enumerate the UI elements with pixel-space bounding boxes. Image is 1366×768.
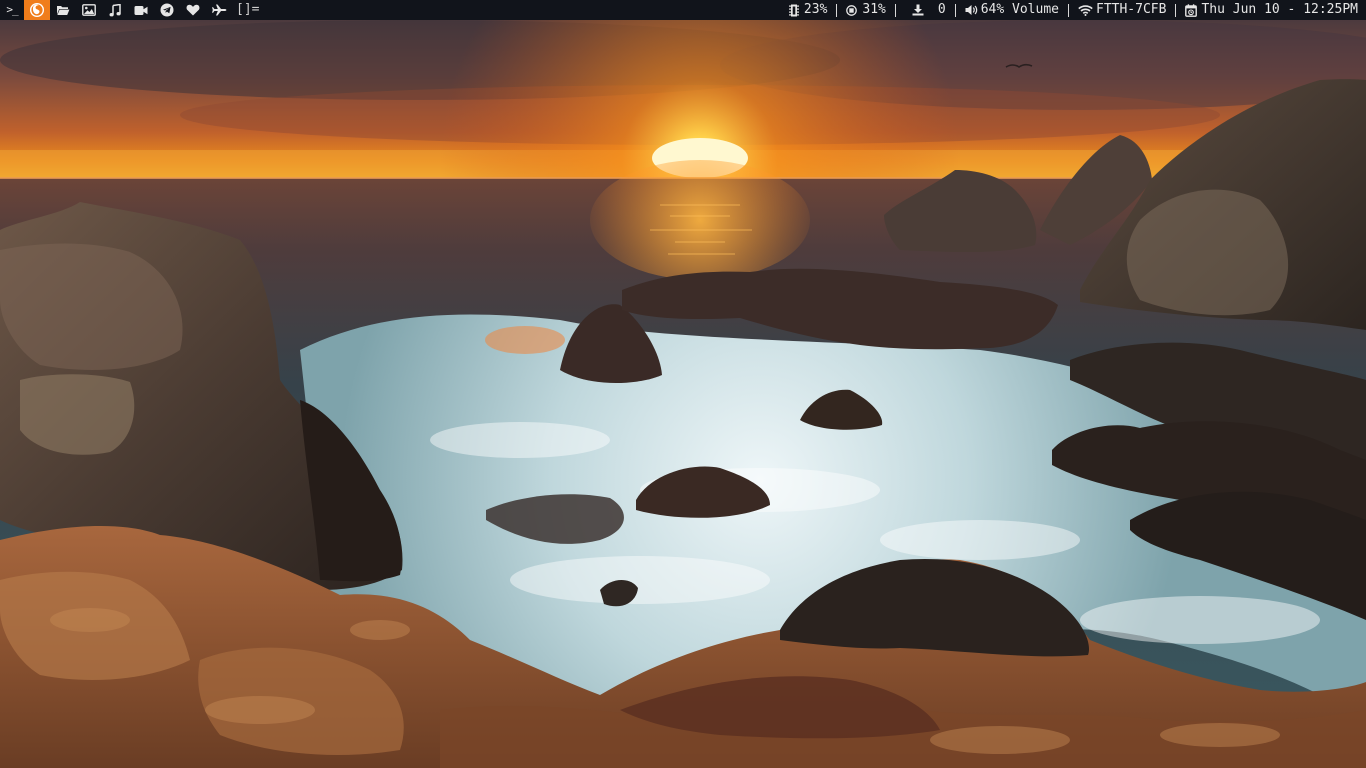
folder-open-icon — [57, 6, 70, 15]
volume-icon — [965, 5, 977, 15]
music-note-icon — [109, 3, 121, 16]
image-icon — [82, 4, 96, 16]
firefox-workspace-button[interactable] — [24, 0, 50, 20]
firefox-icon — [30, 3, 44, 17]
downloads-value: 0 — [937, 2, 946, 17]
wifi-icon — [1078, 4, 1093, 16]
wifi-module[interactable]: FTTH-7CFB — [1069, 0, 1175, 20]
clock-datetime: Thu Jun 10 - 12:25PM — [1201, 2, 1358, 17]
memory-value: 23% — [803, 2, 828, 17]
image-viewer-launcher[interactable] — [76, 0, 102, 20]
volume-module[interactable]: 64% Volume — [956, 0, 1068, 20]
wifi-network-name: FTTH-7CFB — [1096, 2, 1167, 17]
terminal-button[interactable]: >_ — [0, 0, 24, 20]
bar-right-section: 23% 31% 0 64% Volume FTTH-7CFB Thu Jun 1… — [780, 0, 1366, 20]
volume-value: 64% Volume — [980, 2, 1059, 17]
cpu-icon — [846, 4, 858, 16]
memory-module[interactable]: 23% — [780, 0, 836, 20]
sunset-coast-image — [0, 20, 1366, 768]
telegram-icon — [160, 3, 174, 17]
cpu-value: 31% — [862, 2, 886, 17]
music-player-launcher[interactable] — [102, 0, 128, 20]
calendar-clock-icon — [1185, 3, 1198, 17]
video-player-launcher[interactable] — [128, 0, 154, 20]
bar-left-section: >_ []= — [0, 0, 261, 20]
layout-indicator[interactable]: []= — [234, 0, 261, 20]
downloads-module[interactable]: 0 — [896, 0, 955, 20]
download-icon — [912, 4, 924, 16]
favorites-launcher[interactable] — [180, 0, 206, 20]
top-status-bar: >_ []= 23% 31% 0 64% Volume FTTH-7CFB Th… — [0, 0, 1366, 20]
flight-launcher[interactable] — [206, 0, 232, 20]
airplane-icon — [212, 4, 227, 16]
desktop-wallpaper — [0, 20, 1366, 768]
telegram-launcher[interactable] — [154, 0, 180, 20]
terminal-icon: >_ — [6, 3, 18, 16]
heart-icon — [186, 4, 200, 16]
file-manager-launcher[interactable] — [50, 0, 76, 20]
cpu-module[interactable]: 31% — [837, 0, 894, 20]
clock-module[interactable]: Thu Jun 10 - 12:25PM — [1176, 0, 1358, 20]
video-camera-icon — [134, 5, 148, 15]
memory-chip-icon — [788, 4, 799, 16]
